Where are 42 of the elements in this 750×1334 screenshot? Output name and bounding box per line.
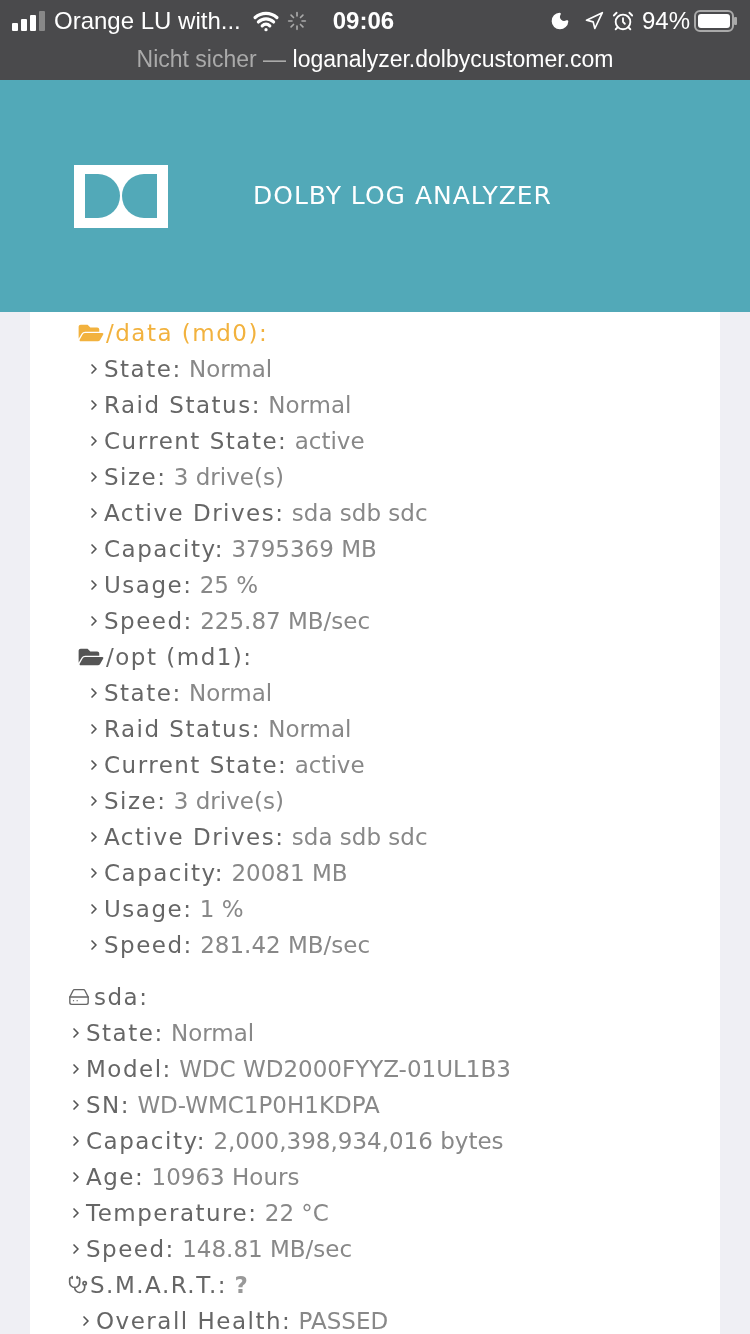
info-line: Usage: 25 % (104, 570, 259, 600)
volume-title: /data (md0): (106, 318, 269, 348)
info-line: Capacity: 3795369 MB (104, 534, 377, 564)
info-line: Raid Status: Normal (104, 714, 352, 744)
info-line: Capacity: 2,000,398,934,016 bytes (86, 1126, 504, 1156)
battery-percent: 94% (641, 6, 690, 36)
info-line: Active Drives: sda sdb sdc (104, 498, 428, 528)
info-line: Active Drives: sda sdb sdc (104, 822, 428, 852)
info-line: Overall Health: PASSED (96, 1306, 389, 1334)
battery-icon (694, 10, 738, 32)
info-line: Size: 3 drive(s) (104, 462, 284, 492)
info-line: State: Normal (86, 1018, 255, 1048)
app-title: DOLBY LOG ANALYZER (253, 180, 552, 213)
info-line: Temperature: 22 °C (86, 1198, 329, 1228)
info-line: State: Normal (104, 678, 273, 708)
address-text[interactable]: Nicht sicher — loganalyzer.dolbycustomer.com (136, 42, 614, 77)
stethoscope-icon (68, 1275, 88, 1295)
info-line: Age: 10963 Hours (86, 1162, 300, 1192)
logo-icon (74, 164, 168, 228)
smart-title: S.M.A.R.T.: ? (90, 1270, 248, 1300)
moon-icon (549, 11, 570, 31)
info-line: Raid Status: Normal (104, 390, 352, 420)
info-line: State: Normal (104, 354, 273, 384)
disk-title: sda: (94, 982, 149, 1012)
info-line: Usage: 1 % (104, 894, 244, 924)
clock-time: 09:06 (332, 6, 395, 36)
info-line: Capacity: 20081 MB (104, 858, 348, 888)
info-line: Current State: active (104, 750, 365, 780)
info-line: Size: 3 drive(s) (104, 786, 284, 816)
info-line: SN: WD-WMC1P0H1KDPA (86, 1090, 380, 1120)
signal-icon (12, 11, 46, 31)
alarm-icon (611, 10, 634, 32)
info-line: Speed: 281.42 MB/sec (104, 930, 371, 960)
info-line: Model: WDC WD2000FYYZ-01UL1B3 (86, 1054, 511, 1084)
carrier-name: Orange LU with... (54, 6, 241, 36)
info-line: Speed: 148.81 MB/sec (86, 1234, 353, 1264)
info-line: Current State: active (104, 426, 365, 456)
location-icon (583, 11, 604, 31)
hard-drive-icon (68, 986, 90, 1008)
info-line: Speed: 225.87 MB/sec (104, 606, 371, 636)
volume-title: /opt (md1): (106, 642, 253, 672)
loading-icon (286, 11, 307, 31)
